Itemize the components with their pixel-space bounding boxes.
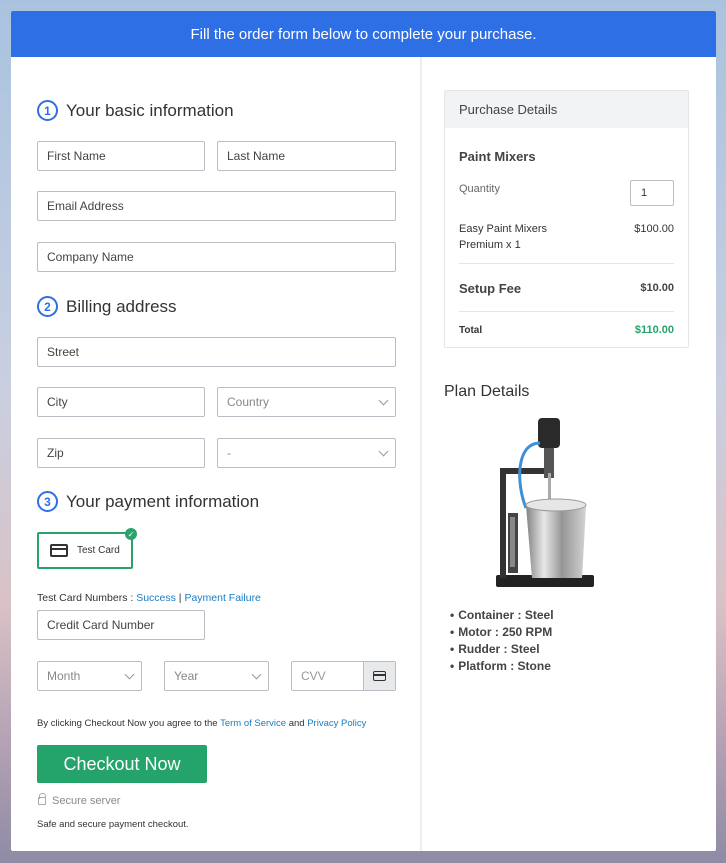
order-form: 1 Your basic information First Name Last… [11,57,422,851]
total-row: Total $110.00 [459,324,674,336]
quantity-input[interactable]: 1 [630,180,674,206]
chevron-down-icon [378,395,389,405]
zip-input[interactable]: Zip [37,438,205,468]
step-3-badge: 3 [37,491,58,512]
credit-card-icon [50,544,68,557]
last-name-input[interactable]: Last Name [217,141,396,171]
secure-server-label: Secure server [52,795,121,807]
cvv-card-icon [363,662,395,690]
check-icon: ✓ [125,528,137,540]
privacy-policy-link[interactable]: Privacy Policy [307,718,366,729]
terms-text: By clicking Checkout Now you agree to th… [37,718,366,729]
country-select[interactable]: Country [217,387,396,417]
feature-item: Rudder : Steel [450,641,554,658]
credit-card-number-input[interactable]: Credit Card Number [37,610,205,640]
step-2-badge: 2 [37,296,58,317]
order-card: Fill the order form below to complete yo… [11,11,716,851]
purchase-details-box: Purchase Details Paint Mixers Quantity 1… [444,90,689,348]
paint-mixer-image [496,418,594,587]
payment-failure-link[interactable]: Payment Failure [184,592,260,604]
line-item-price: $100.00 [634,223,674,235]
payment-title: Your payment information [66,491,260,511]
line-item-qty: Premium x 1 [459,239,521,251]
test-numbers-label: Test Card Numbers : [37,592,137,604]
order-banner: Fill the order form below to complete yo… [11,11,716,57]
state-select[interactable]: - [217,438,396,468]
divider [459,311,674,312]
test-card-numbers: Test Card Numbers : Success | Payment Fa… [37,592,261,604]
country-select-value: Country [227,395,270,409]
step-1-badge: 1 [37,100,58,121]
basic-info-heading: 1 Your basic information [37,100,234,121]
cvv-placeholder: CVV [301,669,326,683]
secure-server: Secure server [38,793,121,807]
billing-title: Billing address [66,296,177,316]
street-input[interactable]: Street [37,337,396,367]
cvv-input[interactable]: CVV [291,661,396,691]
chevron-down-icon [378,446,389,456]
product-name: Paint Mixers [459,149,536,164]
credit-card-icon [373,671,386,681]
feature-item: Motor : 250 RPM [450,624,554,641]
billing-heading: 2 Billing address [37,296,177,317]
chevron-down-icon [124,669,135,679]
feature-item: Platform : Stone [450,658,554,675]
month-select-value: Month [47,669,81,683]
chevron-down-icon [251,669,262,679]
total-price: $110.00 [634,324,674,336]
safe-checkout-text: Safe and secure payment checkout. [37,819,189,830]
total-label: Total [459,325,483,336]
lock-icon [38,793,46,805]
setup-fee-price: $10.00 [640,282,674,294]
purchase-details-header: Purchase Details [445,91,688,128]
state-select-value: - [227,446,231,460]
summary-panel: Purchase Details Paint Mixers Quantity 1… [424,57,716,851]
payment-heading: 3 Your payment information [37,491,259,512]
terms-prefix: By clicking Checkout Now you agree to th… [37,718,221,729]
month-select[interactable]: Month [37,661,142,691]
line-item: Easy Paint Mixers Premium x 1 $100.00 [459,221,674,253]
divider [459,263,674,264]
test-card-option[interactable]: Test Card ✓ [37,528,137,569]
company-input[interactable]: Company Name [37,242,396,272]
terms-of-service-link[interactable]: Term of Service [220,718,286,729]
year-select[interactable]: Year [164,661,269,691]
setup-fee-row: Setup Fee $10.00 [459,281,674,296]
first-name-input[interactable]: First Name [37,141,205,171]
setup-fee-label: Setup Fee [459,281,522,296]
terms-and: and [286,718,308,729]
feature-item: Container : Steel [450,607,553,624]
test-card-label: Test Card [77,545,120,556]
plan-features: Container : Steel Motor : 250 RPM Rudder… [450,607,554,675]
basic-info-title: Your basic information [66,100,234,120]
city-input[interactable]: City [37,387,205,417]
email-input[interactable]: Email Address [37,191,396,221]
checkout-button[interactable]: Checkout Now [37,745,207,783]
plan-details-title: Plan Details [444,383,530,400]
year-select-value: Year [174,669,199,683]
success-link[interactable]: Success [136,592,176,604]
